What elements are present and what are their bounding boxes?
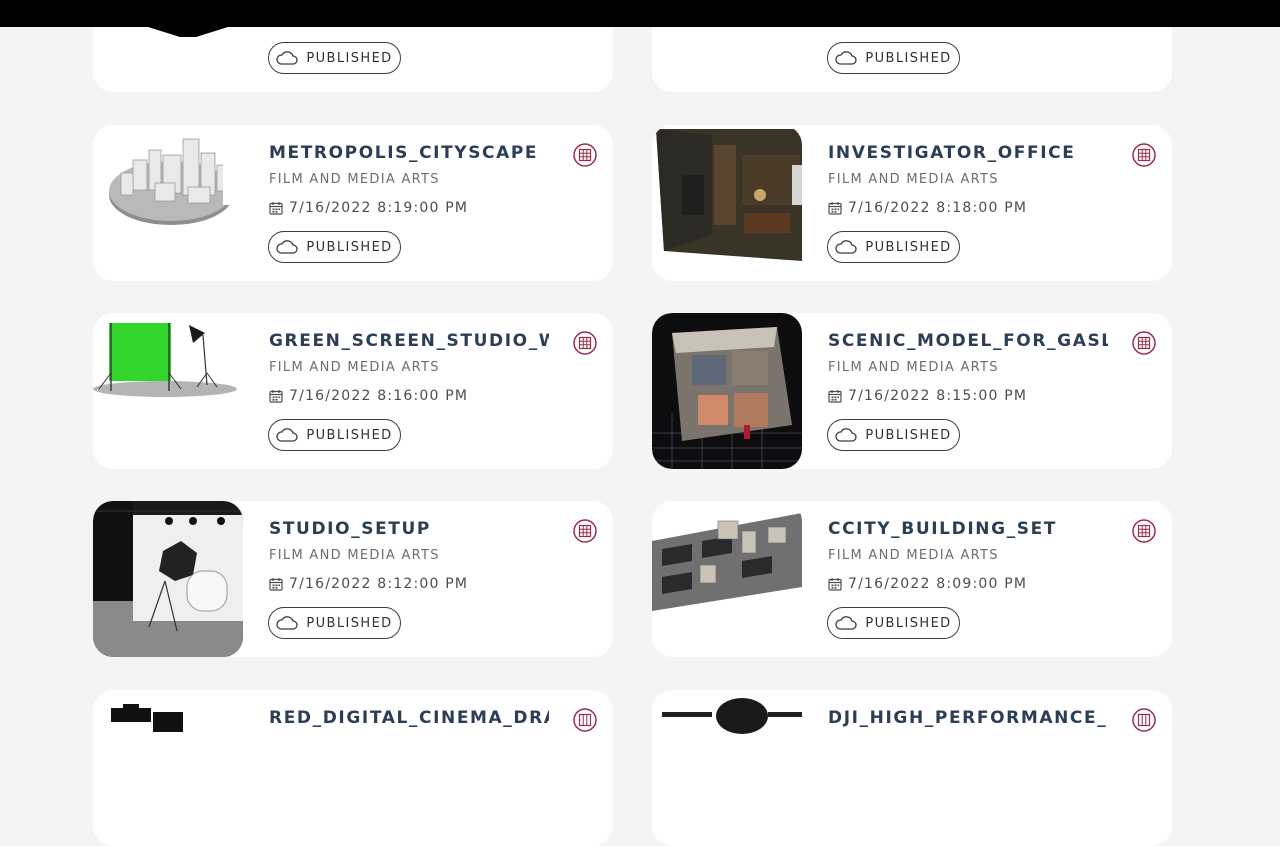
calendar-icon bbox=[269, 578, 283, 591]
asset-title[interactable]: DJI_HIGH_PERFORMANCE_D... bbox=[828, 708, 1108, 728]
status-label: PUBLISHED bbox=[306, 239, 393, 255]
grid-view-icon[interactable] bbox=[573, 708, 597, 732]
published-status-button[interactable]: PUBLISHED bbox=[268, 419, 401, 451]
asset-category: FILM AND MEDIA ARTS bbox=[269, 172, 440, 187]
asset-date: 7/16/2022 8:12:00 PM bbox=[289, 576, 469, 592]
drone-thumbnail[interactable] bbox=[652, 690, 802, 846]
asset-title[interactable]: CCITY_BUILDING_SET bbox=[828, 519, 1108, 539]
grid-view-icon[interactable] bbox=[573, 331, 597, 355]
asset-date: 7/16/2022 8:19:00 PM bbox=[289, 200, 469, 216]
asset-card-dji-high-performance[interactable]: DJI_HIGH_PERFORMANCE_D... bbox=[652, 690, 1172, 846]
top-bar bbox=[0, 0, 1280, 27]
cloud-icon bbox=[835, 428, 858, 442]
asset-card-investigator-office[interactable]: INVESTIGATOR_OFFICE FILM AND MEDIA ARTS … bbox=[652, 125, 1172, 281]
calendar-icon bbox=[828, 390, 842, 403]
published-status-button[interactable]: PUBLISHED bbox=[827, 607, 960, 639]
asset-title[interactable]: INVESTIGATOR_OFFICE bbox=[828, 143, 1108, 163]
asset-category: FILM AND MEDIA ARTS bbox=[828, 172, 999, 187]
asset-date-row: 7/16/2022 8:09:00 PM bbox=[828, 576, 1027, 592]
grid-view-icon[interactable] bbox=[573, 143, 597, 167]
asset-category: FILM AND MEDIA ARTS bbox=[269, 548, 440, 563]
asset-date: 7/16/2022 8:15:00 PM bbox=[848, 388, 1028, 404]
cloud-icon bbox=[835, 240, 858, 254]
grid-view-icon[interactable] bbox=[1132, 331, 1156, 355]
calendar-icon bbox=[269, 202, 283, 215]
cloud-icon bbox=[835, 51, 858, 65]
grid-view-icon[interactable] bbox=[1132, 708, 1156, 732]
cloud-icon bbox=[276, 240, 299, 254]
asset-title[interactable]: SCENIC_MODEL_FOR_GASL... bbox=[828, 331, 1108, 351]
studio-setup-thumbnail[interactable] bbox=[93, 501, 243, 657]
grid-view-icon[interactable] bbox=[1132, 519, 1156, 543]
calendar-icon bbox=[269, 390, 283, 403]
status-label: PUBLISHED bbox=[865, 427, 952, 443]
published-status-button[interactable]: PUBLISHED bbox=[268, 607, 401, 639]
asset-title[interactable]: STUDIO_SETUP bbox=[269, 519, 549, 539]
asset-date-row: 7/16/2022 8:16:00 PM bbox=[269, 388, 468, 404]
asset-card-ccity-building-set[interactable]: CCITY_BUILDING_SET FILM AND MEDIA ARTS 7… bbox=[652, 501, 1172, 657]
status-label: PUBLISHED bbox=[865, 239, 952, 255]
status-label: PUBLISHED bbox=[306, 427, 393, 443]
asset-card-red-digital-cinema[interactable]: RED_DIGITAL_CINEMA_DRA... bbox=[93, 690, 613, 846]
asset-date: 7/16/2022 8:09:00 PM bbox=[848, 576, 1028, 592]
cloud-icon bbox=[276, 51, 299, 65]
published-status-button[interactable]: PUBLISHED bbox=[827, 419, 960, 451]
published-status-button[interactable]: PUBLISHED bbox=[268, 231, 401, 263]
asset-date-row: 7/16/2022 8:12:00 PM bbox=[269, 576, 468, 592]
asset-category: FILM AND MEDIA ARTS bbox=[269, 360, 440, 375]
asset-date: 7/16/2022 8:18:00 PM bbox=[848, 200, 1028, 216]
asset-date: 7/16/2022 8:16:00 PM bbox=[289, 388, 469, 404]
asset-card-metropolis-cityscape[interactable]: METROPOLIS_CITYSCAPE FILM AND MEDIA ARTS… bbox=[93, 125, 613, 281]
green-screen-thumbnail[interactable] bbox=[93, 313, 243, 469]
published-status-button[interactable]: PUBLISHED bbox=[268, 42, 401, 74]
calendar-icon bbox=[828, 578, 842, 591]
published-status-button[interactable]: PUBLISHED bbox=[827, 231, 960, 263]
building-set-thumbnail[interactable] bbox=[652, 501, 802, 657]
asset-card-studio-setup[interactable]: STUDIO_SETUP FILM AND MEDIA ARTS 7/16/20… bbox=[93, 501, 613, 657]
office-room-thumbnail[interactable] bbox=[652, 125, 802, 281]
city-model-thumbnail[interactable] bbox=[93, 125, 243, 281]
cloud-icon bbox=[835, 616, 858, 630]
asset-title[interactable]: RED_DIGITAL_CINEMA_DRA... bbox=[269, 708, 549, 728]
asset-date-row: 7/16/2022 8:19:00 PM bbox=[269, 200, 468, 216]
cloud-icon bbox=[276, 616, 299, 630]
asset-title[interactable]: GREEN_SCREEN_STUDIO_W... bbox=[269, 331, 549, 351]
scenic-model-thumbnail[interactable] bbox=[652, 313, 802, 469]
asset-card-scenic-model[interactable]: SCENIC_MODEL_FOR_GASL... FILM AND MEDIA … bbox=[652, 313, 1172, 469]
published-status-button[interactable]: PUBLISHED bbox=[827, 42, 960, 74]
status-label: PUBLISHED bbox=[306, 615, 393, 631]
cloud-icon bbox=[276, 428, 299, 442]
asset-date-row: 7/16/2022 8:15:00 PM bbox=[828, 388, 1027, 404]
asset-category: FILM AND MEDIA ARTS bbox=[828, 360, 999, 375]
asset-category: FILM AND MEDIA ARTS bbox=[828, 548, 999, 563]
grid-view-icon[interactable] bbox=[573, 519, 597, 543]
status-label: PUBLISHED bbox=[865, 50, 952, 66]
status-label: PUBLISHED bbox=[306, 50, 393, 66]
asset-card-green-screen-studio[interactable]: GREEN_SCREEN_STUDIO_W... FILM AND MEDIA … bbox=[93, 313, 613, 469]
asset-date-row: 7/16/2022 8:18:00 PM bbox=[828, 200, 1027, 216]
camera-thumbnail[interactable] bbox=[93, 690, 243, 846]
grid-view-icon[interactable] bbox=[1132, 143, 1156, 167]
calendar-icon bbox=[828, 202, 842, 215]
asset-title[interactable]: METROPOLIS_CITYSCAPE bbox=[269, 143, 549, 163]
status-label: PUBLISHED bbox=[865, 615, 952, 631]
